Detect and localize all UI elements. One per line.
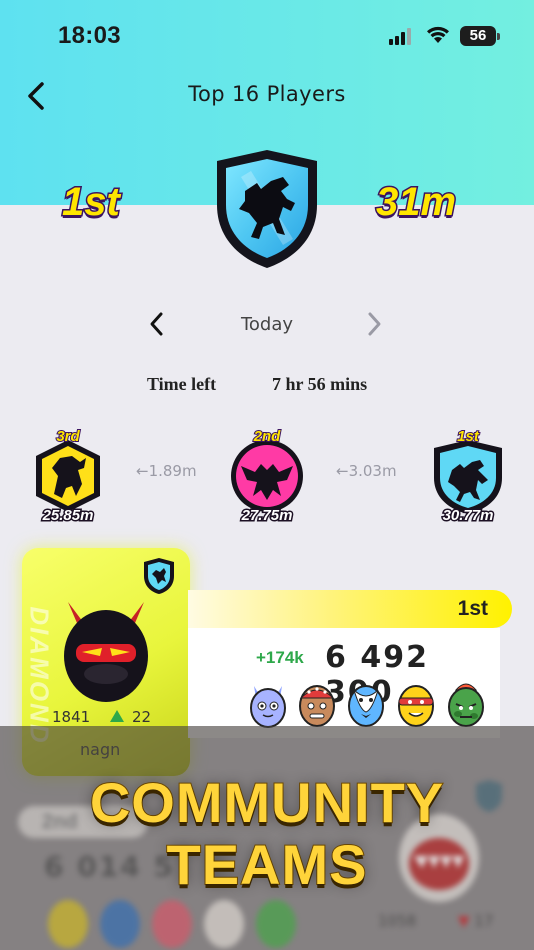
griffin-shield-icon xyxy=(434,440,502,514)
trophy-gain: 22 xyxy=(132,708,152,726)
page-title: Top 16 Players xyxy=(188,82,346,106)
wifi-icon xyxy=(427,26,449,43)
tier-watermark: DIAMOND xyxy=(24,606,55,745)
trophy-count: 1841 xyxy=(52,708,91,726)
gap-to-first: ←3.03m xyxy=(336,462,397,480)
status-bar: 18:03 56 xyxy=(0,0,534,70)
day-label: Today xyxy=(240,314,294,335)
cellular-signal-icon xyxy=(389,27,417,45)
blue-tux-egg-icon xyxy=(348,685,384,727)
next-player-trophies: 1058 xyxy=(378,912,417,930)
league-rank-label: 3rd xyxy=(55,427,80,446)
down-arrow-icon: ▼ xyxy=(458,912,475,930)
score-delta: +174k xyxy=(256,648,304,667)
unicorn-hex-icon xyxy=(36,440,100,512)
team-egg-row-blurred xyxy=(48,900,296,948)
chevron-right-icon[interactable] xyxy=(363,310,385,338)
league-third[interactable]: 3rd 25.85m xyxy=(28,427,108,526)
gap-to-second: ←1.89m xyxy=(136,462,197,480)
league-distance: 30.77m xyxy=(441,506,495,526)
dragon-circle-icon xyxy=(231,440,303,512)
player-rank: 1st xyxy=(457,597,488,620)
promo-headline-line1: COMMUNITY xyxy=(89,770,445,835)
up-arrow-icon xyxy=(110,710,124,722)
griffin-shield-icon xyxy=(217,150,317,268)
league-second[interactable]: 2nd 27.75m xyxy=(227,427,307,526)
promo-headline-line2: TEAMS xyxy=(166,832,368,897)
rank-bar: 1st xyxy=(188,590,512,628)
yellow-bandana-egg-icon xyxy=(398,685,434,727)
time-left-label: Time left xyxy=(147,374,217,394)
league-first[interactable]: 1st 30.77m xyxy=(428,427,508,526)
green-camo-egg-icon xyxy=(448,683,484,727)
status-time: 18:03 xyxy=(58,22,121,49)
time-left-value: 7 hr 56 mins xyxy=(272,374,368,394)
battery-indicator: 56 xyxy=(460,26,500,46)
league-rank-label: 1st xyxy=(456,427,480,446)
league-distance: 27.75m xyxy=(240,506,294,526)
devil-ninja-avatar xyxy=(64,602,148,702)
current-rank: 1st xyxy=(61,179,122,226)
blue-devil-egg-icon xyxy=(250,686,286,728)
league-distance: 25.85m xyxy=(41,506,95,526)
next-player-trophy-loss: ▼ 17 xyxy=(458,912,494,930)
league-rank-label: 2nd xyxy=(253,427,282,446)
brown-tribal-egg-icon xyxy=(299,685,335,727)
current-distance: 31m xyxy=(374,179,457,226)
